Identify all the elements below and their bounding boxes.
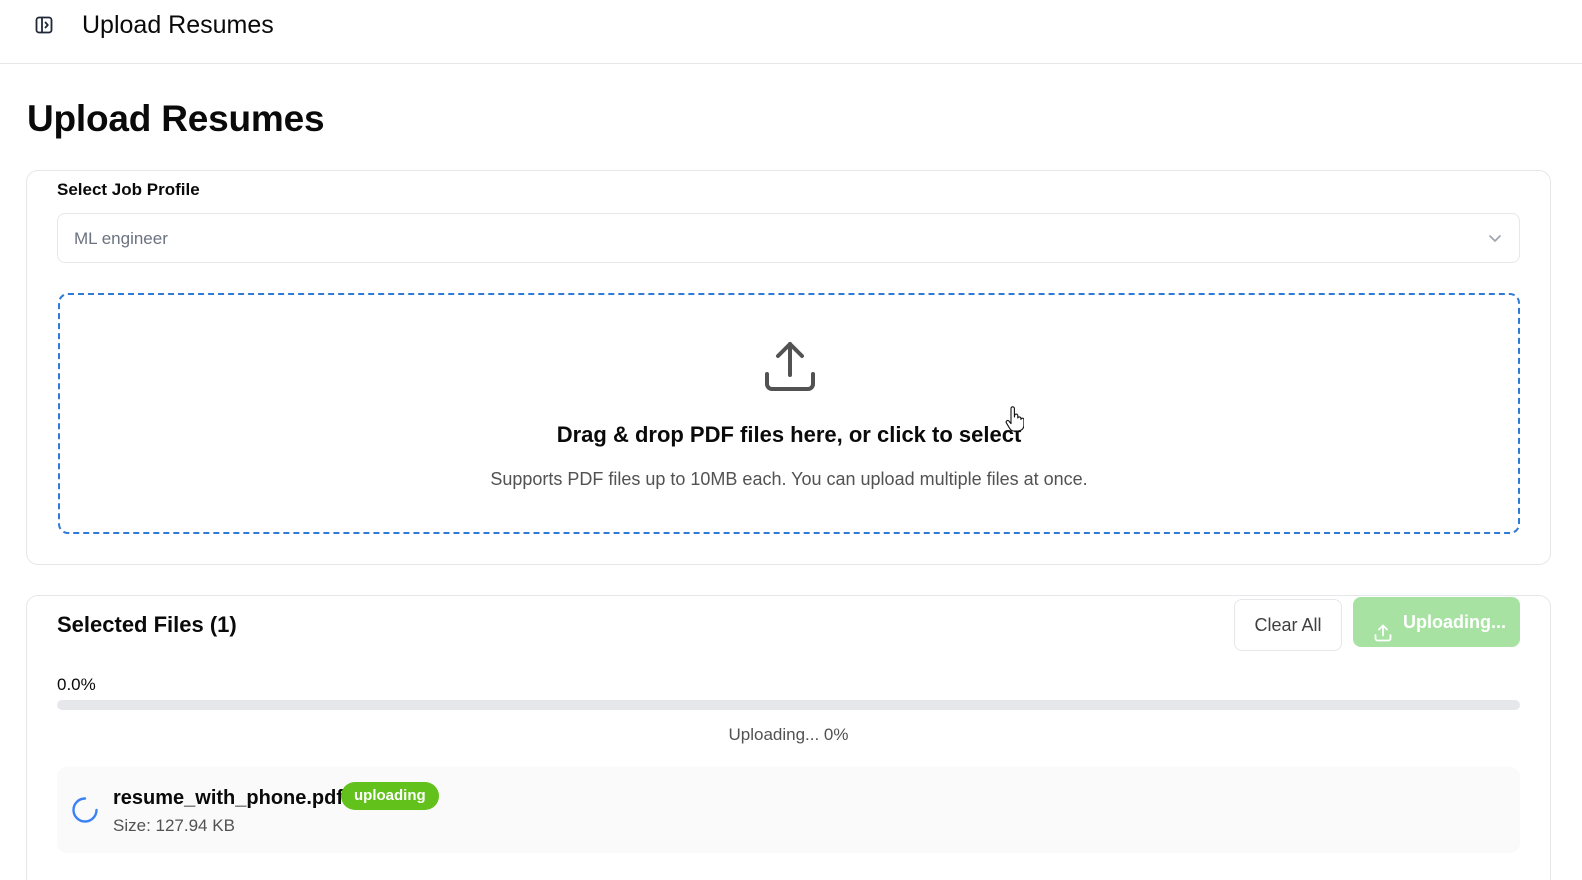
upload-button-label: Uploading...: [1403, 612, 1506, 632]
file-size: Size: 127.94 KB: [113, 816, 235, 835]
upload-button[interactable]: Uploading...: [1353, 597, 1520, 647]
job-profile-label: Select Job Profile: [57, 180, 200, 199]
dropzone-subtitle: Supports PDF files up to 10MB each. You …: [490, 469, 1088, 489]
dropzone-title: Drag & drop PDF files here, or click to …: [556, 422, 1022, 447]
top-bar: Upload Resumes: [0, 0, 1582, 64]
status-badge: uploading: [341, 782, 439, 810]
top-bar-title: Upload Resumes: [82, 11, 274, 39]
clear-all-button[interactable]: Clear All: [1234, 599, 1342, 651]
hand-cursor-icon: [1004, 406, 1025, 432]
upload-status-text: Uploading... 0%: [728, 725, 849, 744]
job-profile-selected-value: ML engineer: [74, 229, 168, 248]
progress-bar: [57, 700, 1520, 710]
job-profile-select[interactable]: ML engineer: [57, 213, 1520, 263]
file-dropzone[interactable]: Drag & drop PDF files here, or click to …: [58, 293, 1520, 534]
loading-spinner-icon: [70, 795, 100, 825]
selected-files-card: Selected Files (1) Clear All Uploading..…: [26, 595, 1551, 880]
file-name: resume_with_phone.pdf: [113, 787, 344, 809]
sidebar-toggle-icon[interactable]: [34, 15, 54, 35]
upload-icon: [1373, 612, 1393, 642]
page-title: Upload Resumes: [27, 98, 325, 139]
file-list-item: resume_with_phone.pdf uploading Size: 12…: [57, 767, 1520, 853]
chevron-down-icon: [1487, 230, 1503, 246]
upload-icon: [762, 339, 818, 395]
selected-files-heading: Selected Files (1): [57, 612, 237, 637]
upload-card: Select Job Profile ML engineer Drag & dr…: [26, 170, 1551, 565]
progress-percent: 0.0%: [57, 675, 96, 694]
